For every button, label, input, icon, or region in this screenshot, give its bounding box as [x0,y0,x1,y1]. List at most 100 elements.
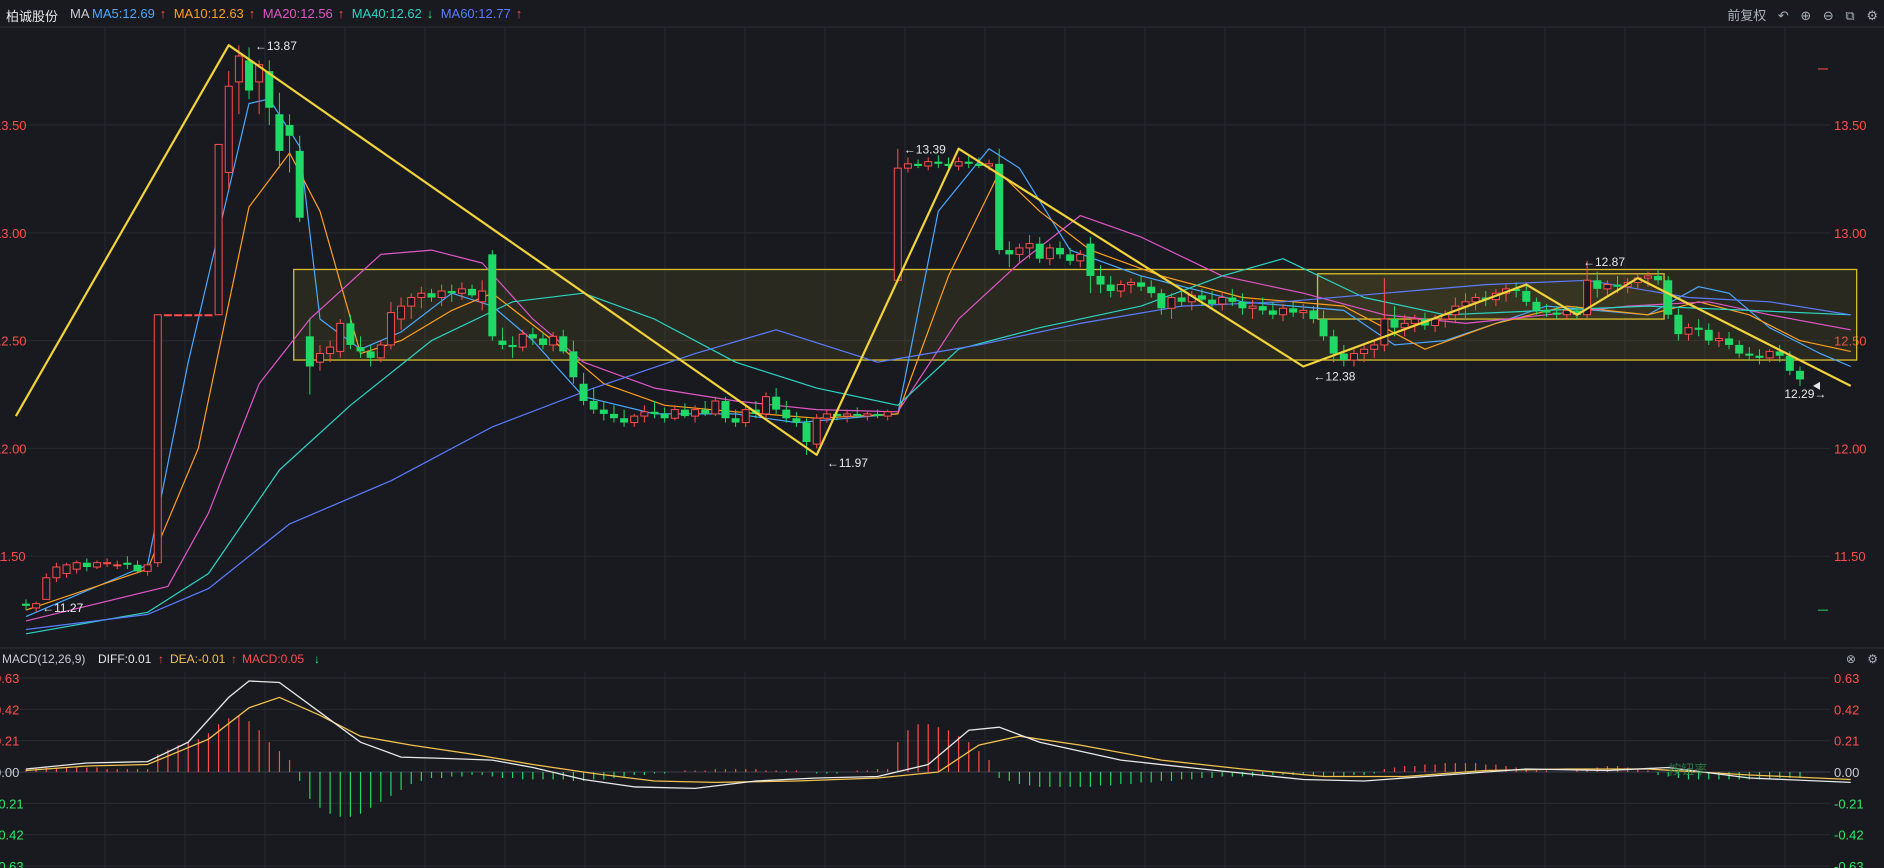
candle-body-up [336,322,345,352]
candle-body-down [1228,297,1237,302]
candle-body-down [488,254,497,337]
candle-body-up [1116,284,1125,292]
macd-arrow: ↓ [314,652,320,666]
candle-body-up [1248,305,1257,309]
candle-body-up [863,413,872,417]
candle-body-down [1096,275,1105,285]
candle-body-down [346,323,355,345]
candle-body-down [934,161,943,164]
macd-header: MACD(12,26,9) DIFF:0.01 ↑ DEA:-0.01 ↑ MA… [0,650,1884,670]
ma-trend-arrow: ↑ [515,6,523,21]
candle-body-down [468,288,477,296]
candle-body-down [1796,370,1804,380]
candle-body-down [792,418,801,423]
restore-right-button[interactable]: 前复权 [1727,5,1766,24]
chart-header: 柏诚股份 MA MA5:12.69 ↑ MA10:12.63 ↑ MA20:12.56 ↑… [0,0,1884,26]
window-icon[interactable]: ⧉ [1845,8,1854,24]
zoom-out-icon[interactable]: ⊖ [1823,8,1834,24]
candle-body-up [407,297,416,307]
candle-body-up [1684,327,1693,335]
macd-tick-label-right: 0.00 [1834,765,1859,780]
candle-body-up [457,288,466,294]
macd-dea-arrow: ↑ [231,652,237,666]
stock-chart[interactable]: 13.5013.5013.0013.0012.5012.5012.0012.00… [0,0,1884,868]
undo-icon[interactable]: ↶ [1778,8,1789,24]
macd-title: MACD(12,26,9) [2,652,86,666]
zoom-in-icon[interactable]: ⊕ [1800,8,1811,24]
ma-trend-arrow: ↑ [248,6,256,21]
macd-tick-label-right: 0.63 [1834,671,1859,686]
candle-body-down [1745,353,1754,356]
candle-body-up [1045,247,1054,260]
candle-body-up [1400,322,1409,329]
candle-body-down [1654,275,1663,281]
candle-body-up [1714,337,1723,342]
candle-body-up [92,562,101,568]
ma-trend-arrow: ↑ [159,6,167,21]
settings-icon[interactable]: ⚙ [1867,652,1878,666]
candle-body-up [194,314,203,317]
candle-body-down [589,400,598,410]
y-tick-label-left: 11.50 [0,549,26,564]
settings-icon[interactable]: ⚙ [1866,8,1878,24]
candle-body-down [599,409,608,414]
price-annotation: ←11.97 [827,456,868,470]
candle-body-down [1694,327,1703,330]
candle-body-up [549,335,558,346]
candle-body-up [103,562,112,565]
candle-body-up [903,163,912,169]
candle-body-down [285,125,294,136]
candle-body-up [42,577,51,600]
candle-body-up [376,344,385,359]
candle-body-down [356,347,365,352]
price-annotation: ←12.87 [1583,255,1625,269]
candle-body-up [417,292,426,299]
candle-body-down [1137,282,1146,287]
candle-body-up [822,413,831,419]
candle-body-up [1370,344,1379,350]
macd-tick-label-left: -0.63 [0,859,24,868]
macd-tick-label-right: -0.63 [1834,859,1864,868]
macd-tick-label-left: -0.21 [0,796,24,811]
candle-body-down [1664,280,1673,315]
candle-body-up [762,396,771,415]
macd-tick-label-right: -0.42 [1834,828,1864,843]
macd-tick-label-right: 0.42 [1834,702,1859,717]
candle-body-up [1015,247,1024,255]
candle-body-down [620,418,629,423]
candle-body-down [569,351,578,378]
candle-body-down [1177,297,1186,302]
candle-body-up [72,562,81,570]
candle-body-down [914,163,923,166]
y-tick-label-left: 12.00 [0,441,27,456]
candle-body-down [701,409,710,414]
macd-tick-label-right: -0.21 [1834,796,1864,811]
candle-body-up [893,167,902,281]
price-panel: 13.5013.5013.0013.0012.5012.5012.0012.00… [0,26,1884,649]
ma-trend-arrow: ↓ [426,6,434,21]
candle-body-up [1765,350,1774,359]
price-annotation: ←11.27 [42,601,83,615]
candle-body-up [32,603,41,609]
close-icon[interactable]: ⊗ [1846,652,1856,666]
candle-body-down [1593,280,1602,289]
macd-value: MACD:0.05 [242,652,305,666]
price-annotation: ←13.39 [904,143,946,157]
candle-body-up [234,55,243,83]
candle-body-up [174,314,183,317]
candle-body-down [802,422,811,442]
candle-body-down [508,344,517,348]
candle-body-up [184,314,193,317]
price-annotation: ←12.38 [1313,369,1355,383]
candle-body-up [1360,348,1369,355]
candle-body-up [1299,309,1308,314]
candle-body-down [1552,312,1561,315]
candle-body-down [427,293,436,298]
macd-panel: 0.63 0.63 0.42 0.42 0.21 0.21 0.00 0.00 -0.21 -0.… [0,671,1864,868]
zigzag-trendline [14,44,1852,456]
price-annotation: 12.29→ [1784,387,1826,401]
candle-body-up [1349,353,1358,361]
macd-toolbar: ⊗ ⚙ [1838,652,1878,666]
candle-body-down [295,150,304,218]
candle-body-down [1157,293,1166,309]
